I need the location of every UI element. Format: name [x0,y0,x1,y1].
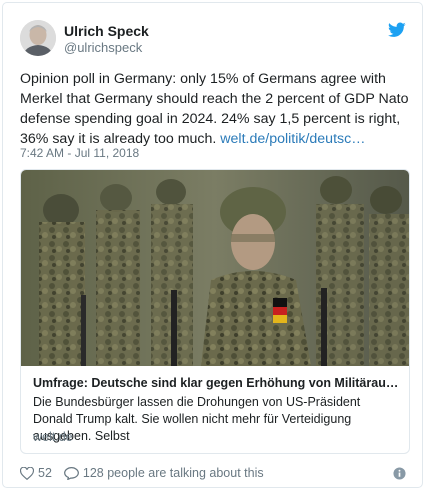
author-handle[interactable]: @ulrichspeck [64,40,142,55]
card-description: Die Bundesbürger lassen die Drohungen vo… [33,395,361,443]
like-count: 52 [38,466,52,480]
avatar[interactable] [20,20,56,56]
like-button[interactable]: 52 [20,466,52,480]
speech-bubble-icon [63,466,79,480]
tweet-text: Opinion poll in Germany: only 15% of Ger… [20,69,412,149]
author-name[interactable]: Ulrich Speck [64,23,149,39]
reply-button[interactable]: 128 people are talking about this [63,466,264,480]
avatar-photo [20,20,56,56]
reply-text: 128 people are talking about this [82,466,264,480]
embedded-tweet: Ulrich Speck @ulrichspeck Opinion poll i… [2,2,423,488]
card-domain: welt.de [33,430,73,444]
link-card[interactable]: Umfrage: Deutsche sind klar gegen Erhöhu… [20,169,410,454]
info-icon[interactable] [393,467,406,480]
tweet-actions: 52 128 people are talking about this [20,464,276,482]
tweet-link[interactable]: welt.de/politik/deutsc… [220,131,365,147]
tweet-timestamp[interactable]: 7:42 AM - Jul 11, 2018 [20,146,139,160]
card-image [21,170,409,366]
twitter-bird-icon[interactable] [388,22,406,38]
heart-icon [20,466,34,480]
card-title[interactable]: Umfrage: Deutsche sind klar gegen Erhöhu… [33,376,399,390]
